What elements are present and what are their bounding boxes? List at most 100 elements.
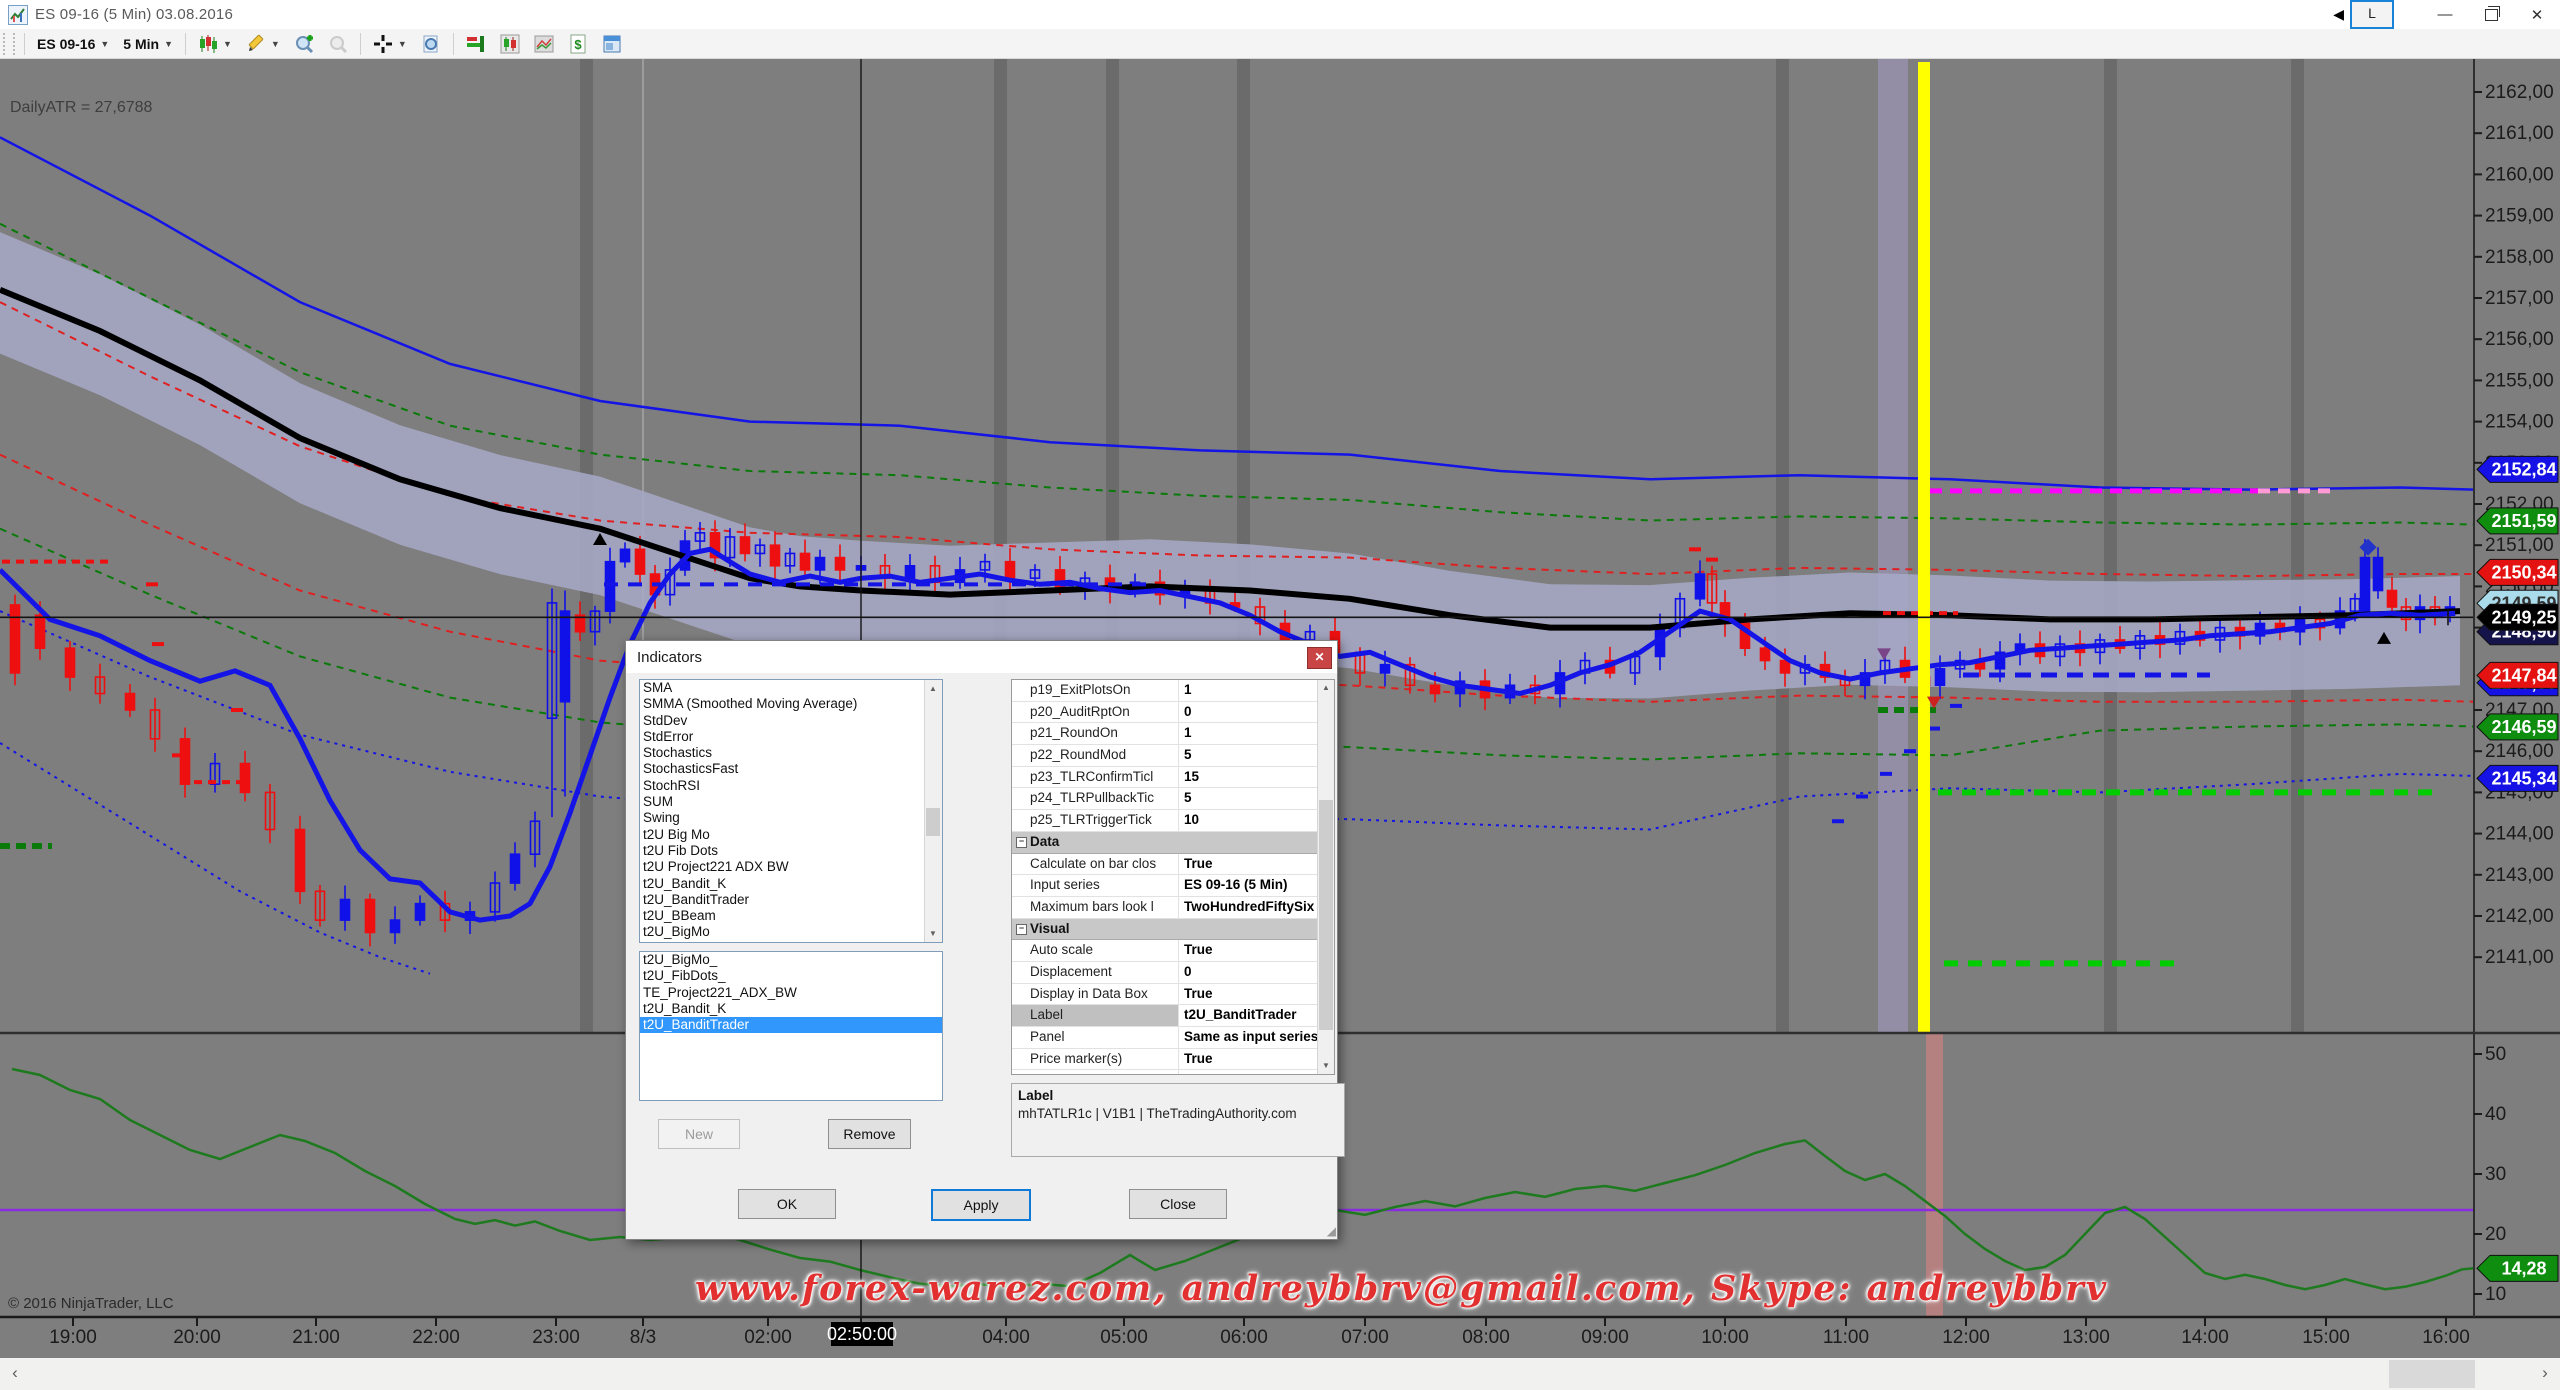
chart-candles-button[interactable] (493, 29, 527, 59)
available-indicator-item[interactable]: StochasticsFast (640, 761, 942, 777)
fundamentals-button[interactable]: $ (561, 29, 595, 59)
property-row[interactable]: Scale justificationRight (1012, 1070, 1334, 1075)
scroll-up-icon[interactable]: ▲ (925, 680, 941, 697)
toolbar-grip[interactable] (3, 33, 15, 55)
scroll-down-icon[interactable]: ▼ (1318, 1058, 1334, 1074)
available-indicator-item[interactable]: SUM (640, 794, 942, 810)
property-value[interactable]: 1 (1179, 723, 1334, 744)
property-value[interactable]: Right (1179, 1070, 1334, 1075)
available-indicator-item[interactable]: t2U_BBeam (640, 908, 942, 924)
selected-indicator-item[interactable]: t2U_Bandit_K (640, 1001, 942, 1017)
property-grid[interactable]: p19_ExitPlotsOn1p20_AuditRptOn0p21_Round… (1011, 679, 1335, 1075)
property-row[interactable]: p19_ExitPlotsOn1 (1012, 680, 1334, 702)
restore-button[interactable] (2468, 0, 2514, 29)
property-row[interactable]: Calculate on bar closTrue (1012, 854, 1334, 876)
property-section-header[interactable]: −Data (1012, 832, 1334, 854)
ok-button[interactable]: OK (738, 1189, 836, 1219)
property-row[interactable]: p22_RoundMod5 (1012, 745, 1334, 767)
property-value[interactable]: ES 09-16 (5 Min) (1179, 875, 1334, 896)
property-value[interactable]: True (1179, 940, 1334, 961)
property-value[interactable]: 5 (1179, 788, 1334, 809)
horizontal-scrollbar[interactable]: ‹ › (0, 1358, 2560, 1390)
close-dialog-button[interactable]: Close (1129, 1189, 1227, 1219)
property-row[interactable]: Displacement0 (1012, 962, 1334, 984)
scrollbar-thumb[interactable] (2389, 1360, 2475, 1388)
available-indicator-item[interactable]: t2U_BanditTrader (640, 892, 942, 908)
property-row[interactable]: Price marker(s)True (1012, 1049, 1334, 1071)
property-value[interactable]: 0 (1179, 702, 1334, 723)
property-row[interactable]: Input seriesES 09-16 (5 Min) (1012, 875, 1334, 897)
property-row[interactable]: p21_RoundOn1 (1012, 723, 1334, 745)
apply-button[interactable]: Apply (931, 1189, 1031, 1221)
available-indicator-item[interactable]: t2U Big Mo (640, 827, 942, 843)
property-value[interactable]: TwoHundredFiftySix (1179, 897, 1334, 918)
available-indicator-item[interactable]: Stochastics (640, 745, 942, 761)
collapse-icon[interactable]: − (1016, 924, 1027, 935)
available-indicator-item[interactable]: t2U_BigMo (640, 924, 942, 940)
dialog-titlebar[interactable]: Indicators ✕ (626, 641, 1337, 673)
properties-panel-button[interactable] (595, 29, 629, 59)
zoom-in-button[interactable] (287, 29, 321, 59)
instrument-selector[interactable]: ES 09-16▼ (30, 29, 116, 59)
collapse-icon[interactable]: − (1016, 837, 1027, 848)
property-value[interactable]: True (1179, 1049, 1334, 1070)
link-button[interactable]: L (2350, 0, 2394, 29)
available-indicators-list[interactable]: SMASMMA (Smoothed Moving Average)StdDevS… (639, 679, 943, 943)
chart-style-button[interactable]: ▼ (191, 29, 239, 59)
property-row[interactable]: Maximum bars look lTwoHundredFiftySix (1012, 897, 1334, 919)
crosshair-button[interactable]: ▼ (366, 29, 414, 59)
scroll-up-icon[interactable]: ▲ (1318, 680, 1334, 696)
resize-grip[interactable]: ◢ (1327, 1224, 1336, 1238)
available-indicator-item[interactable]: StdDev (640, 713, 942, 729)
selected-indicators-list[interactable]: t2U_BigMo_t2U_FibDots_TE_Project221_ADX_… (639, 951, 943, 1101)
regions-button[interactable] (527, 29, 561, 59)
property-value[interactable]: 1 (1179, 680, 1334, 701)
property-value[interactable]: 10 (1179, 810, 1334, 831)
selected-indicator-item[interactable]: t2U_FibDots_ (640, 968, 942, 984)
available-indicator-item[interactable]: StochRSI (640, 778, 942, 794)
property-value[interactable]: 0 (1179, 962, 1334, 983)
minimize-button[interactable]: — (2422, 0, 2468, 29)
price-axis-label: 2158,00 (2485, 247, 2554, 268)
scroll-down-icon[interactable]: ▼ (925, 925, 941, 942)
available-indicator-item[interactable]: t2U Fib Dots (640, 843, 942, 859)
property-row[interactable]: p20_AuditRptOn0 (1012, 702, 1334, 724)
dialog-close-icon[interactable]: ✕ (1307, 647, 1332, 669)
available-indicator-item[interactable]: SMA (640, 680, 942, 696)
available-indicator-item[interactable]: t2U Project221 ADX BW (640, 859, 942, 875)
scroll-thumb[interactable] (1319, 800, 1333, 1030)
scroll-left-icon[interactable]: ‹ (2, 1358, 28, 1390)
property-section-header[interactable]: −Visual (1012, 919, 1334, 941)
property-grid-scrollbar[interactable]: ▲ ▼ (1317, 680, 1334, 1074)
available-list-scrollbar[interactable]: ▲ ▼ (924, 680, 942, 942)
property-value[interactable]: t2U_BanditTrader (1179, 1005, 1334, 1026)
remove-button[interactable]: Remove (828, 1119, 911, 1149)
available-indicator-item[interactable]: StdError (640, 729, 942, 745)
selected-indicator-item[interactable]: t2U_BigMo_ (640, 952, 942, 968)
interval-selector[interactable]: 5 Min▼ (116, 29, 180, 59)
property-row[interactable]: p25_TLRTriggerTick10 (1012, 810, 1334, 832)
data-box-button[interactable] (414, 29, 448, 59)
time-axis-label: 02:00 (744, 1327, 792, 1348)
property-row[interactable]: p24_TLRPullbackTic5 (1012, 788, 1334, 810)
property-value[interactable]: True (1179, 984, 1334, 1005)
property-row[interactable]: Labelt2U_BanditTrader (1012, 1005, 1334, 1027)
property-value[interactable]: 15 (1179, 767, 1334, 788)
drawing-tools-button[interactable]: ▼ (239, 29, 287, 59)
property-row[interactable]: PanelSame as input series (1012, 1027, 1334, 1049)
available-indicator-item[interactable]: SMMA (Smoothed Moving Average) (640, 696, 942, 712)
close-button[interactable]: ✕ (2514, 0, 2560, 29)
property-value[interactable]: Same as input series (1179, 1027, 1334, 1048)
property-value[interactable]: True (1179, 854, 1334, 875)
available-indicator-item[interactable]: t2U_Bandit_K (640, 876, 942, 892)
property-row[interactable]: Display in Data BoxTrue (1012, 984, 1334, 1006)
scroll-right-icon[interactable]: › (2532, 1358, 2558, 1390)
scroll-thumb[interactable] (926, 808, 940, 836)
indicators-button[interactable] (459, 29, 493, 59)
selected-indicator-item[interactable]: t2U_BanditTrader (640, 1017, 942, 1033)
selected-indicator-item[interactable]: TE_Project221_ADX_BW (640, 985, 942, 1001)
property-row[interactable]: Auto scaleTrue (1012, 940, 1334, 962)
available-indicator-item[interactable]: Swing (640, 810, 942, 826)
property-value[interactable]: 5 (1179, 745, 1334, 766)
property-row[interactable]: p23_TLRConfirmTicl15 (1012, 767, 1334, 789)
